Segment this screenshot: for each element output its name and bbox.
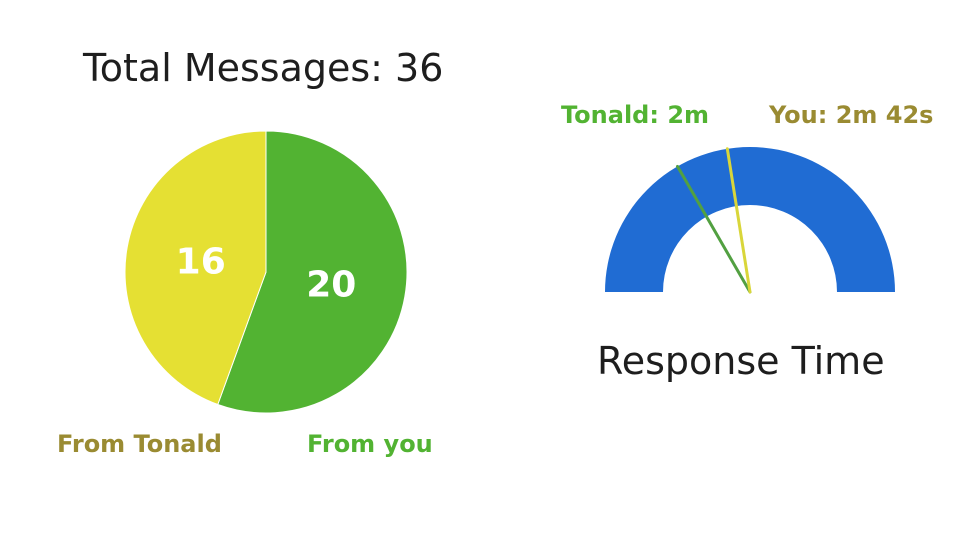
gauge-label-tonald: Tonald: 2m	[561, 101, 710, 129]
legend-from-tonald: From Tonald	[57, 430, 222, 458]
pie-value-from-you: 20	[306, 265, 356, 306]
messages-pie-chart: 2016	[124, 130, 408, 414]
charts-canvas: 2016	[124, 130, 895, 414]
pie-value-from-tonald: 16	[176, 241, 226, 282]
gauge-arc	[605, 147, 895, 292]
gauge-label-you: You: 2m 42s	[769, 101, 934, 129]
response-time-gauge	[605, 147, 895, 294]
gauge-title: Response Time	[597, 339, 885, 383]
legend-from-you: From you	[307, 430, 433, 458]
